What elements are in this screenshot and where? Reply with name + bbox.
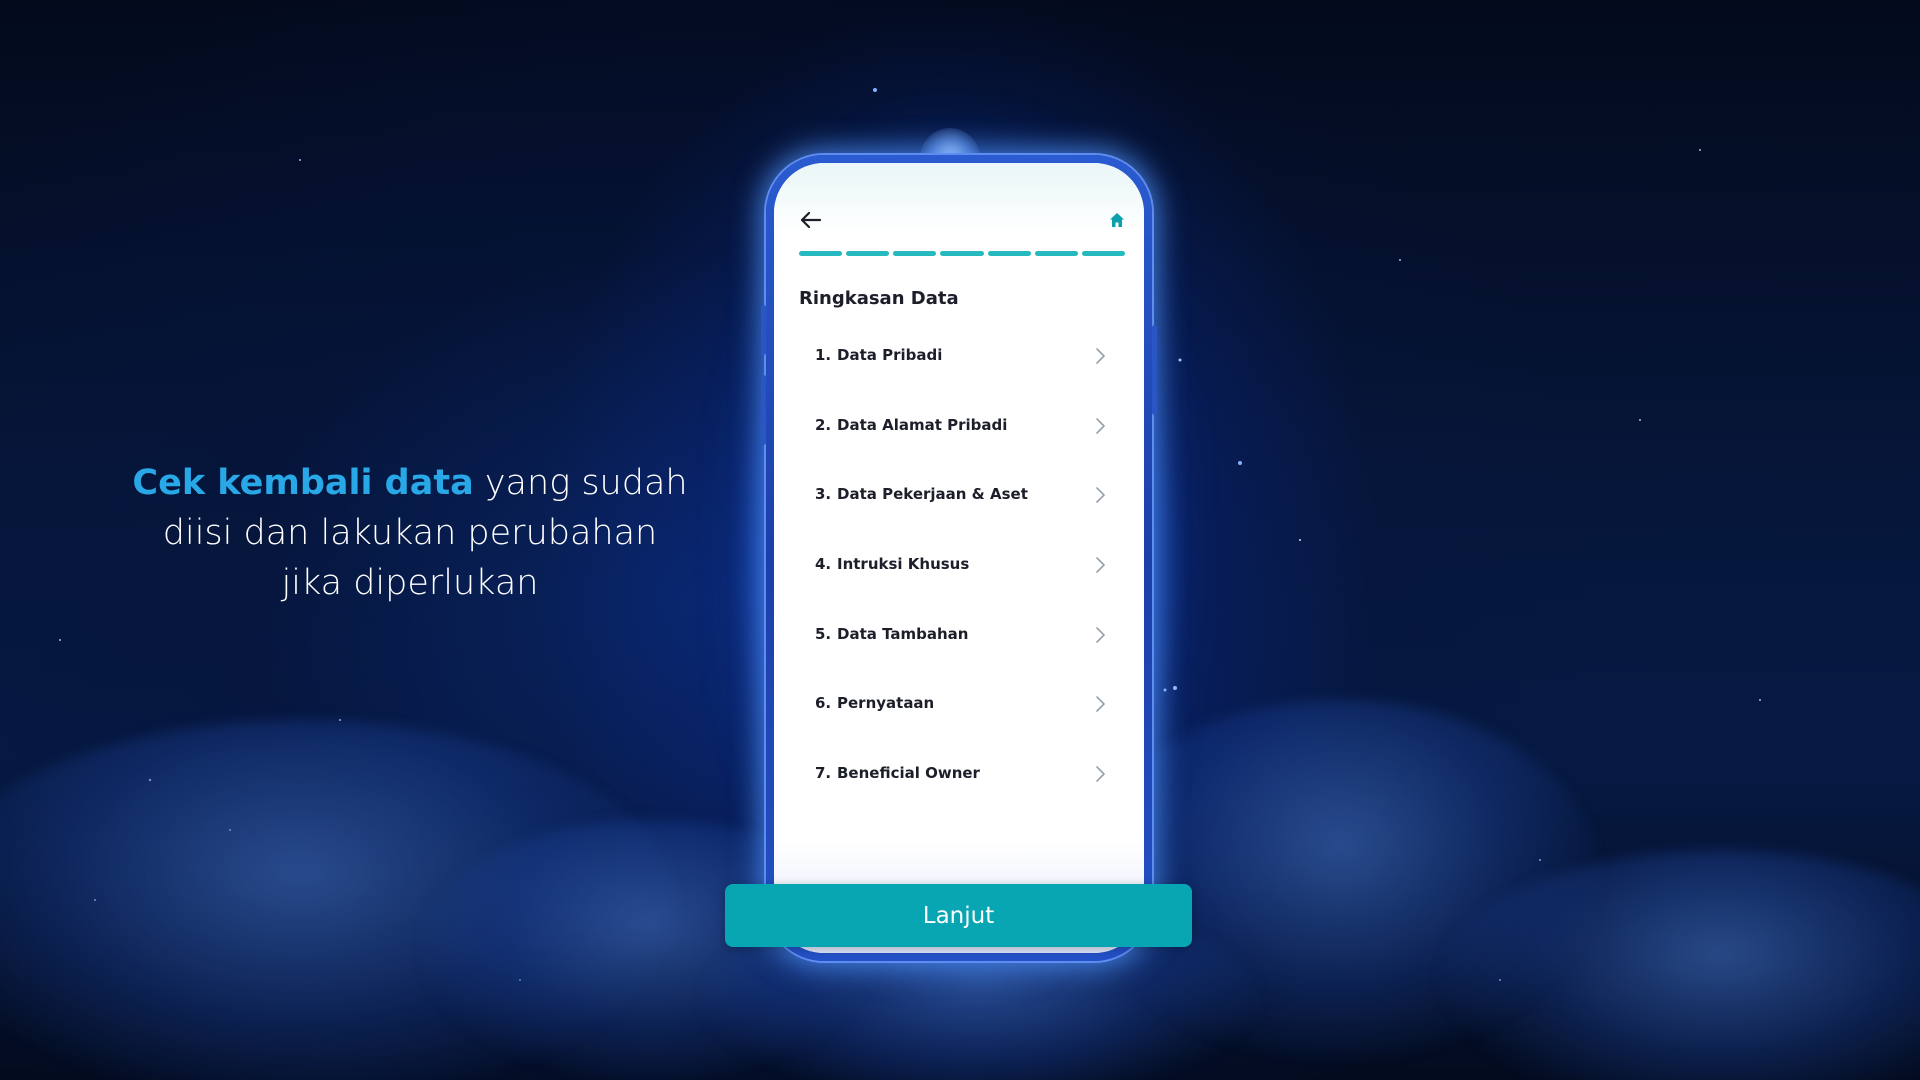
arrow-left-icon[interactable] <box>796 205 826 235</box>
progress-step <box>940 251 984 256</box>
list-item-number: 6. <box>815 694 832 713</box>
home-icon[interactable] <box>1108 211 1126 229</box>
tagline-line3: jika diperlukan <box>281 563 539 603</box>
phone-screen: Ringkasan Data 1. Data Pribadi 2. Data A… <box>774 163 1144 953</box>
step-progress-bar <box>799 251 1125 257</box>
list-item-intruksi-khusus[interactable]: 4. Intruksi Khusus <box>799 549 1129 619</box>
list-item-label: Data Pribadi <box>837 346 943 364</box>
tagline-highlight: Cek kembali data <box>132 463 474 503</box>
list-item-number: 3. <box>815 485 832 504</box>
list-item-number: 7. <box>815 764 832 783</box>
summary-list: 1. Data Pribadi 2. Data Alamat Pribadi 3… <box>799 340 1129 828</box>
chevron-right-icon <box>1096 696 1105 713</box>
list-item-number: 4. <box>815 555 832 574</box>
list-item-beneficial-owner[interactable]: 7. Beneficial Owner <box>799 758 1129 828</box>
list-item-label: Intruksi Khusus <box>837 555 970 574</box>
phone-frame: Ringkasan Data 1. Data Pribadi 2. Data A… <box>761 155 1157 961</box>
list-item-label: Data Tambahan <box>837 624 969 643</box>
app-topbar <box>796 205 1126 235</box>
progress-step <box>893 251 937 256</box>
section-title: Ringkasan Data <box>799 288 959 309</box>
list-item-label: Data Alamat Pribadi <box>837 415 1008 434</box>
progress-step <box>1081 251 1125 256</box>
list-item-label: Beneficial Owner <box>837 764 980 783</box>
chevron-right-icon <box>1096 626 1105 643</box>
progress-step <box>846 251 890 256</box>
progress-step <box>1034 251 1078 256</box>
list-item-pernyataan[interactable]: 6. Pernyataan <box>799 688 1129 758</box>
chevron-right-icon <box>1096 557 1105 573</box>
chevron-right-icon <box>1096 766 1105 782</box>
chevron-right-icon <box>1096 348 1105 364</box>
chevron-right-icon <box>1096 487 1105 504</box>
chevron-right-icon <box>1096 417 1105 434</box>
list-item-number: 2. <box>815 415 832 434</box>
list-item-data-pribadi[interactable]: 1. Data Pribadi <box>799 340 1129 410</box>
phone-side-button <box>1152 325 1157 415</box>
list-item-number: 1. <box>815 346 832 364</box>
list-item-number: 5. <box>815 624 832 643</box>
list-item-label: Data Pekerjaan & Aset <box>837 485 1028 504</box>
list-item-data-alamat-pribadi[interactable]: 2. Data Alamat Pribadi <box>799 410 1129 480</box>
list-item-data-tambahan[interactable]: 5. Data Tambahan <box>799 619 1129 689</box>
tagline-line2: diisi dan lakukan perubahan <box>162 513 658 553</box>
continue-button[interactable]: Lanjut <box>725 884 1192 947</box>
list-item-label: Pernyataan <box>837 694 935 713</box>
phone-side-button <box>761 375 766 445</box>
background-scene: Cek kembali data yang sudah diisi dan la… <box>0 0 1920 1080</box>
progress-step <box>799 251 843 256</box>
progress-step <box>987 251 1031 256</box>
list-item-data-pekerjaan-aset[interactable]: 3. Data Pekerjaan & Aset <box>799 479 1129 549</box>
tagline-line1: yang sudah <box>473 463 688 503</box>
tagline: Cek kembali data yang sudah diisi dan la… <box>120 458 700 608</box>
phone-side-button <box>761 305 766 355</box>
